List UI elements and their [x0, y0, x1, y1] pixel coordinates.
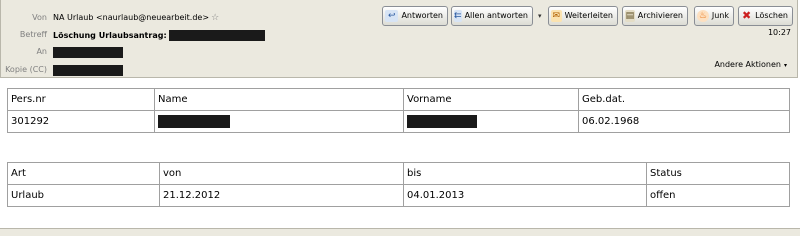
more-actions-button[interactable]: Andere Aktionen ▾: [714, 60, 787, 69]
from-address[interactable]: NA Urlaub <naurlaub@neuearbeit.de>: [53, 13, 209, 22]
type-cell: Urlaub: [7, 184, 160, 207]
subject-value: Löschung Urlaubsantrag:: [53, 30, 266, 41]
subject-redaction: [169, 30, 266, 41]
archive-icon: ▤: [625, 10, 635, 22]
to-value[interactable]: [53, 47, 123, 58]
to-redaction: [53, 47, 123, 58]
to-label: An: [36, 47, 47, 56]
chevron-down-icon: ▾: [783, 62, 787, 69]
from-label: Von: [32, 13, 47, 22]
message-time: 10:27: [767, 28, 791, 37]
forward-icon: ✉: [551, 10, 562, 22]
table-header-row: Pers.nr Name Vorname Geb.dat.: [7, 88, 790, 111]
leave-table: Art von bis Status Urlaub 21.12.2012 04.…: [7, 162, 790, 207]
forward-button[interactable]: ✉ Weiterleiten: [548, 6, 618, 26]
junk-button[interactable]: ♨ Junk: [694, 6, 734, 26]
reply-all-button[interactable]: ⇇ Allen antworten: [451, 6, 533, 26]
header-cell: von: [159, 162, 404, 185]
status-cell: offen: [646, 184, 790, 207]
table-row: Urlaub 21.12.2012 04.01.2013 offen: [7, 184, 790, 207]
archive-label: Archivieren: [637, 11, 683, 20]
delete-icon: ✖: [741, 9, 752, 22]
header-cell: Pers.nr: [7, 88, 155, 111]
subject-text: Löschung Urlaubsantrag:: [53, 31, 167, 40]
delete-button[interactable]: ✖ Löschen: [738, 6, 793, 26]
cc-redaction: [53, 65, 123, 76]
vorname-redaction: [407, 115, 477, 128]
pers-nr-cell: 301292: [7, 110, 155, 133]
name-redaction: [158, 115, 230, 128]
cc-value[interactable]: [53, 65, 123, 76]
subject-label: Betreff: [19, 30, 47, 39]
cc-label: Kopie (CC): [5, 65, 47, 74]
star-icon[interactable]: ☆: [211, 13, 219, 23]
name-cell: [154, 110, 404, 133]
delete-label: Löschen: [755, 11, 788, 20]
reply-all-label: Allen antworten: [464, 11, 528, 20]
vorname-cell: [403, 110, 579, 133]
employee-table: Pers.nr Name Vorname Geb.dat. 301292 06.…: [7, 88, 790, 133]
table-header-row: Art von bis Status: [7, 162, 790, 185]
to-date-cell: 04.01.2013: [403, 184, 647, 207]
birthdate-cell: 06.02.1968: [578, 110, 790, 133]
from-date-cell: 21.12.2012: [159, 184, 404, 207]
reply-button[interactable]: ↩ Antworten: [382, 6, 448, 26]
forward-label: Weiterleiten: [564, 11, 613, 20]
from-value[interactable]: NA Urlaub <naurlaub@neuearbeit.de> ☆: [53, 13, 219, 23]
reply-all-icon: ⇇: [454, 10, 462, 22]
header-cell: Vorname: [403, 88, 579, 111]
reply-label: Antworten: [401, 11, 443, 20]
more-actions-label: Andere Aktionen: [714, 60, 781, 69]
horizontal-scrollbar[interactable]: [0, 228, 800, 236]
archive-button[interactable]: ▤ Archivieren: [622, 6, 688, 26]
header-cell: Status: [646, 162, 790, 185]
header-cell: Art: [7, 162, 160, 185]
table-row: 301292 06.02.1968: [7, 110, 790, 133]
reply-icon: ↩: [385, 10, 399, 22]
junk-label: Junk: [711, 11, 729, 20]
header-cell: Geb.dat.: [578, 88, 790, 111]
junk-icon: ♨: [697, 10, 709, 22]
header-cell: Name: [154, 88, 404, 111]
dropdown-caret-icon[interactable]: ▾: [538, 12, 542, 20]
header-cell: bis: [403, 162, 647, 185]
message-header: Von NA Urlaub <naurlaub@neuearbeit.de> ☆ …: [0, 0, 798, 78]
